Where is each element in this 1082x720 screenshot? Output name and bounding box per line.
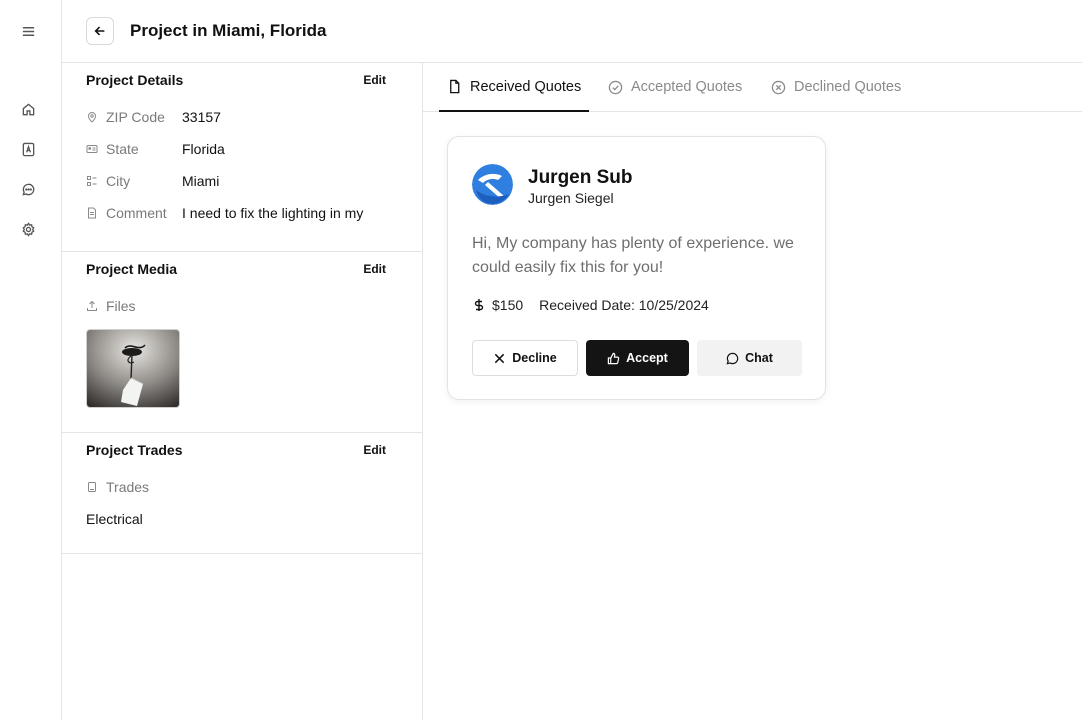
zip-code-row: ZIP Code 33157 xyxy=(86,108,221,126)
page-title: Project in Miami, Florida xyxy=(130,21,327,40)
zip-code-label: ZIP Code xyxy=(106,109,165,125)
decline-button[interactable]: Decline xyxy=(472,340,578,376)
comment-value: I need to fix the lighting in my xyxy=(182,205,364,221)
chat-bubble-icon xyxy=(726,352,739,364)
trade-value: Electrical xyxy=(86,511,143,527)
quote-card: Jurgen Sub Jurgen Siegel Hi, My company … xyxy=(447,136,826,400)
media-thumbnail[interactable] xyxy=(86,329,180,408)
city-row: City Miami xyxy=(86,172,219,190)
project-details-column: Project Details Edit ZIP Code 33157 Stat… xyxy=(62,63,423,720)
quote-message: Hi, My company has plenty of experience.… xyxy=(472,235,794,276)
comment-row: Comment I need to fix the lighting in my xyxy=(86,204,363,222)
tab-accepted-quotes[interactable]: Accepted Quotes xyxy=(608,63,742,111)
check-circle-icon xyxy=(608,80,623,94)
arrow-left-icon xyxy=(94,26,105,36)
file-icon xyxy=(450,79,460,94)
received-date: Received Date: 10/25/2024 xyxy=(539,297,709,313)
accept-button[interactable]: Accept xyxy=(586,340,689,376)
chat-button[interactable]: Chat xyxy=(697,340,802,376)
list-icon xyxy=(86,175,98,187)
project-trades-edit-button[interactable]: Edit xyxy=(363,443,386,457)
company-name: Jurgen Sub xyxy=(528,167,633,188)
zip-code-value: 33157 xyxy=(182,109,221,125)
project-media-edit-button[interactable]: Edit xyxy=(363,262,386,276)
contacts-icon[interactable] xyxy=(20,141,36,157)
location-pin-icon xyxy=(86,111,98,123)
trades-row: Trades xyxy=(86,478,182,496)
project-trades-section: Project Trades Edit Trades Electrical xyxy=(62,433,422,554)
quote-price: $150 xyxy=(492,297,524,313)
menu-icon[interactable] xyxy=(20,23,36,39)
ceiling-light-photo xyxy=(87,330,179,407)
upload-icon xyxy=(86,300,98,312)
contact-name: Jurgen Siegel xyxy=(528,190,614,206)
trade-value-row: Electrical xyxy=(86,510,143,528)
city-value: Miami xyxy=(182,173,220,189)
settings-icon[interactable] xyxy=(20,221,36,237)
left-rail xyxy=(0,0,62,720)
city-label: City xyxy=(106,173,131,189)
files-row: Files xyxy=(86,297,182,315)
project-details-section: Project Details Edit ZIP Code 33157 Stat… xyxy=(62,63,422,252)
tab-accepted-quotes-label: Accepted Quotes xyxy=(631,79,743,95)
document-icon xyxy=(86,207,98,219)
state-row: State Florida xyxy=(86,140,225,158)
x-circle-icon xyxy=(771,80,786,94)
thumbs-up-icon xyxy=(607,352,620,364)
hammer-logo-icon xyxy=(472,164,513,205)
accept-label: Accept xyxy=(626,351,668,365)
trade-icon xyxy=(86,481,98,493)
trades-label: Trades xyxy=(106,479,150,495)
quotes-tabs: Received Quotes Accepted Quotes Declined… xyxy=(423,63,1082,112)
state-label: State xyxy=(106,141,139,157)
id-card-icon xyxy=(86,143,98,155)
dollar-icon xyxy=(474,299,484,311)
tab-declined-quotes-label: Declined Quotes xyxy=(794,79,902,95)
messages-icon[interactable] xyxy=(20,181,36,197)
tab-declined-quotes[interactable]: Declined Quotes xyxy=(771,63,901,111)
back-button[interactable] xyxy=(86,17,114,45)
tab-received-quotes-label: Received Quotes xyxy=(470,78,582,95)
chat-label: Chat xyxy=(745,351,773,365)
project-trades-title: Project Trades xyxy=(86,442,183,458)
state-value: Florida xyxy=(182,141,225,157)
files-label: Files xyxy=(106,298,136,314)
decline-label: Decline xyxy=(512,351,557,365)
project-media-section: Project Media Edit Files xyxy=(62,252,422,433)
tab-received-quotes[interactable]: Received Quotes xyxy=(439,63,590,112)
home-icon[interactable] xyxy=(20,101,36,117)
comment-label: Comment xyxy=(106,205,167,221)
project-media-title: Project Media xyxy=(86,261,178,277)
company-avatar xyxy=(472,164,513,205)
page-header: Project in Miami, Florida xyxy=(62,0,1082,63)
project-details-title: Project Details xyxy=(86,72,184,88)
quote-meta: $150 Received Date: 10/25/2024 xyxy=(472,297,709,313)
close-icon xyxy=(495,353,505,363)
project-details-edit-button[interactable]: Edit xyxy=(363,73,386,87)
